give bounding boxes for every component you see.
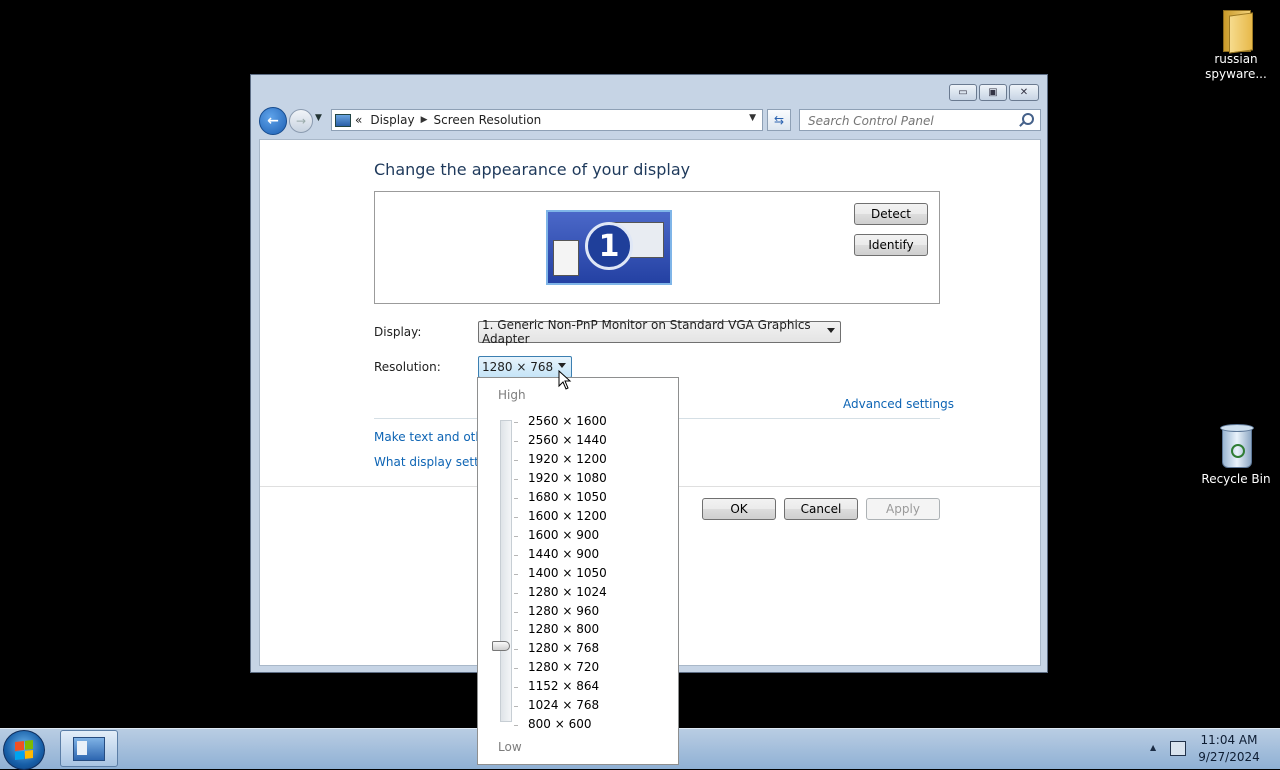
refresh-button[interactable]: ⇆ — [767, 109, 791, 131]
navigation-bar: ← → ▼ « Display ▶ Screen Resolution ▼ ⇆ — [259, 107, 1041, 135]
display-select-value: 1. Generic Non-PnP Monitor on Standard V… — [482, 318, 811, 346]
display-select[interactable]: 1. Generic Non-PnP Monitor on Standard V… — [478, 318, 841, 346]
mouse-cursor-icon — [558, 370, 572, 390]
desktop-icon-recycle-bin[interactable]: Recycle Bin — [1201, 422, 1271, 487]
page-title: Change the appearance of your display — [374, 160, 691, 179]
slider-tick — [514, 706, 518, 708]
back-arrow-icon: ← — [267, 113, 279, 129]
maximize-icon: ▣ — [988, 87, 998, 98]
slider-tick — [514, 440, 518, 442]
recycle-bin-icon — [1218, 422, 1254, 468]
resolution-option[interactable]: 1680 × 1050 — [528, 490, 607, 504]
show-hidden-icons-button[interactable]: ▲ — [1150, 743, 1156, 752]
resolution-option[interactable]: 1280 × 1024 — [528, 585, 607, 599]
slider-tick — [514, 630, 518, 632]
recent-pages-button[interactable]: ▼ — [315, 113, 322, 123]
slider-tick — [514, 497, 518, 499]
desktop-icon-label: Recycle Bin — [1201, 472, 1271, 486]
high-label: High — [498, 388, 526, 402]
search-box[interactable] — [799, 109, 1041, 131]
slider-tick — [514, 516, 518, 518]
resolution-option[interactable]: 1600 × 900 — [528, 528, 599, 542]
ok-button[interactable]: OK — [702, 498, 776, 520]
resolution-option[interactable]: 1280 × 720 — [528, 660, 599, 674]
monitor-icon[interactable]: 1 — [546, 210, 672, 285]
resolution-option[interactable]: 800 × 600 — [528, 717, 592, 731]
resolution-option[interactable]: 1920 × 1200 — [528, 452, 607, 466]
close-button[interactable]: ✕ — [1009, 84, 1039, 101]
advanced-settings-link[interactable]: Advanced settings — [843, 397, 954, 411]
desktop-icon-russian-spyware[interactable]: russian spyware... — [1201, 6, 1271, 82]
address-dropdown-icon[interactable]: ▼ — [749, 113, 756, 123]
slider-tick — [514, 554, 518, 556]
resolution-option[interactable]: 1600 × 1200 — [528, 509, 607, 523]
clock-date: 9/27/2024 — [1198, 750, 1260, 764]
minimize-button[interactable]: ▭ — [949, 84, 977, 101]
search-input[interactable] — [806, 111, 1020, 131]
resolution-slider-track[interactable] — [500, 420, 512, 722]
slider-tick — [514, 611, 518, 613]
resolution-option[interactable]: 1280 × 768 — [528, 641, 599, 655]
forward-button[interactable]: → — [289, 109, 313, 133]
slider-tick — [514, 459, 518, 461]
minimize-icon: ▭ — [958, 87, 968, 98]
desktop-icon-label: russian spyware... — [1205, 52, 1267, 81]
slider-tick — [514, 478, 518, 480]
resolution-select-value: 1280 × 768 — [482, 360, 554, 374]
control-panel-icon — [73, 736, 105, 761]
resolution-option[interactable]: 1400 × 1050 — [528, 566, 607, 580]
resolution-option[interactable]: 1920 × 1080 — [528, 471, 607, 485]
slider-tick — [514, 422, 518, 423]
low-label: Low — [498, 740, 522, 754]
breadcrumb-prefix[interactable]: « — [355, 113, 362, 127]
caption-buttons: ▭ ▣ ✕ — [949, 84, 1039, 101]
folder-icon — [1219, 6, 1253, 54]
chevron-down-icon — [827, 328, 835, 333]
back-button[interactable]: ← — [259, 107, 287, 135]
monitor-preview-box: 1 Detect Identify — [374, 191, 940, 304]
breadcrumb-display[interactable]: Display — [370, 113, 414, 127]
network-icon[interactable] — [1170, 741, 1186, 756]
taskbar-clock[interactable]: 11:04 AM 9/27/2024 — [1190, 732, 1268, 766]
windows-logo-icon — [15, 740, 33, 760]
search-icon[interactable] — [1022, 113, 1034, 125]
slider-tick — [514, 573, 518, 575]
breadcrumb-screen-resolution[interactable]: Screen Resolution — [434, 113, 542, 127]
forward-arrow-icon: → — [295, 114, 307, 128]
display-label: Display: — [374, 325, 422, 339]
resolution-option[interactable]: 2560 × 1600 — [528, 414, 607, 428]
resolution-dropdown: High 2560 × 1600 2560 × 1440 1920 × 1200 19… — [477, 377, 679, 765]
resolution-slider-thumb[interactable] — [492, 641, 510, 651]
clock-time: 11:04 AM — [1200, 733, 1258, 747]
slider-tick — [514, 725, 518, 727]
slider-tick — [514, 592, 518, 594]
apply-button[interactable]: Apply — [866, 498, 940, 520]
chevron-down-icon — [558, 363, 566, 368]
slider-tick — [514, 687, 518, 689]
address-bar[interactable]: « Display ▶ Screen Resolution ▼ — [331, 109, 763, 131]
close-icon: ✕ — [1019, 87, 1029, 98]
cancel-button[interactable]: Cancel — [784, 498, 858, 520]
breadcrumb-separator-icon[interactable]: ▶ — [421, 115, 428, 125]
taskbar-control-panel-button[interactable] — [60, 730, 118, 767]
resolution-option[interactable]: 1440 × 900 — [528, 547, 599, 561]
resolution-option[interactable]: 1280 × 800 — [528, 622, 599, 636]
slider-tick — [514, 535, 518, 537]
identify-button[interactable]: Identify — [854, 234, 928, 256]
resolution-option[interactable]: 1024 × 768 — [528, 698, 599, 712]
resolution-option[interactable]: 1152 × 864 — [528, 679, 599, 693]
slider-tick — [514, 649, 518, 651]
slider-tick — [514, 668, 518, 670]
resolution-label: Resolution: — [374, 360, 441, 374]
resolution-option[interactable]: 1280 × 960 — [528, 604, 599, 618]
resolution-option[interactable]: 2560 × 1440 — [528, 433, 607, 447]
refresh-icon: ⇆ — [773, 113, 785, 127]
monitor-number: 1 — [585, 222, 633, 270]
detect-button[interactable]: Detect — [854, 203, 928, 225]
maximize-button[interactable]: ▣ — [979, 84, 1007, 101]
start-button[interactable] — [3, 730, 45, 770]
control-panel-icon — [335, 113, 351, 127]
